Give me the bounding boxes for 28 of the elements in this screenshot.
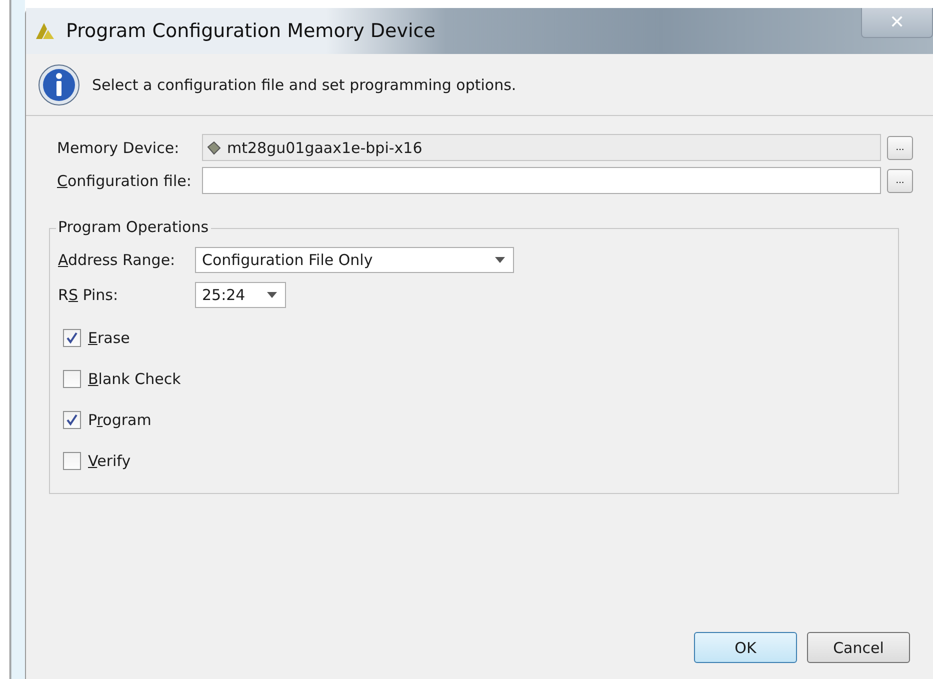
checkbox-label: Blank Check: [88, 370, 181, 388]
field-label: Memory Device:: [57, 138, 180, 156]
dropdown-label: Address Range:: [58, 251, 176, 269]
checkbox[interactable]: [63, 370, 81, 388]
dialog-button[interactable]: OK: [694, 632, 797, 663]
group-title: Program Operations: [56, 218, 211, 236]
dropdown-label: RS Pins:: [58, 286, 119, 304]
field-label: Configuration file:: [57, 172, 192, 190]
dropdown[interactable]: 25:24: [195, 282, 286, 308]
checkbox[interactable]: [63, 452, 81, 470]
caret-icon: [267, 292, 277, 298]
checkbox-label: Program: [88, 410, 152, 428]
input-field[interactable]: [202, 167, 881, 194]
chip-icon: [207, 140, 221, 154]
checkbox-label: Verify: [88, 452, 131, 470]
app-logo-icon: [34, 21, 56, 41]
window-title: Program Configuration Memory Device: [66, 20, 436, 42]
browse-button[interactable]: ...: [887, 168, 913, 192]
caret-icon: [495, 257, 505, 263]
checkbox[interactable]: [63, 328, 81, 346]
checkbox-label: Erase: [88, 328, 130, 346]
dropdown[interactable]: Configuration File Only: [195, 247, 514, 273]
dialog-button[interactable]: Cancel: [807, 632, 910, 663]
checkbox[interactable]: [63, 410, 81, 428]
header-message: Select a configuration file and set programming options.: [92, 76, 516, 94]
browse-button[interactable]: ...: [887, 136, 913, 160]
field-value: mt28gu01gaax1e-bpi-x16: [227, 138, 422, 156]
info-icon: [38, 64, 80, 106]
